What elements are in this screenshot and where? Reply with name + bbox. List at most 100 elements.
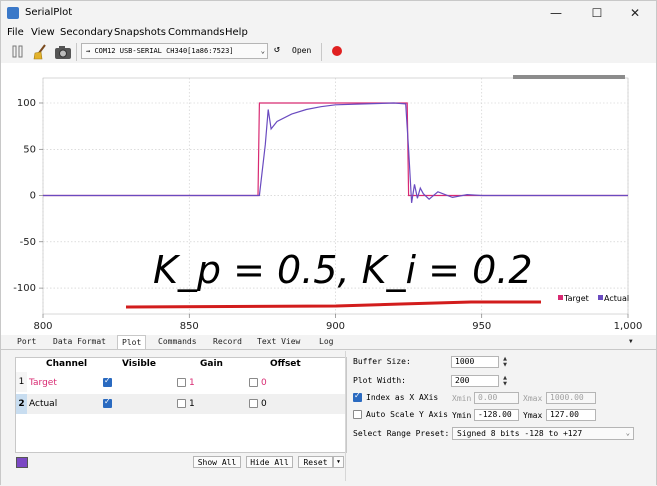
x-axis: 800 850 900 950 1,000 [33,314,642,332]
ymax-input[interactable]: 127.00 [546,409,596,421]
chevron-down-icon: ⌄ [260,47,265,55]
settings-tabs: Port Data Format Plot Commands Record Te… [1,335,656,349]
tab-text-view[interactable]: Text View [253,335,304,349]
row-number[interactable]: 2 [16,394,27,414]
tab-log[interactable]: Log [315,335,337,349]
buffer-size-label: Buffer Size: [353,357,411,366]
x-tick-label: 1,000 [614,321,643,332]
range-preset-select[interactable]: Signed 8 bits -128 to +127 ⌄ [452,427,634,440]
range-preset-value: Signed 8 bits -128 to +127 [457,429,583,438]
y-tick-label: -50 [20,237,36,248]
legend-target-swatch [558,295,563,300]
record-button[interactable] [329,43,347,61]
legend-actual-label: Actual [604,294,629,303]
gain-checkbox[interactable] [177,378,186,387]
y-tick-label: 0 [30,191,36,202]
pause-button[interactable] [9,43,27,61]
spin-arrows-icon[interactable]: ▲ ▼ [501,356,509,368]
col-header-visible: Visible [122,359,156,369]
app-window: SerialPlot — ☐ ✕ File View Secondary Sna… [0,0,657,486]
hide-all-button[interactable]: Hide All [246,456,293,468]
scroll-indicator[interactable] [513,75,625,79]
panel-divider [345,351,346,481]
menu-secondary[interactable]: Secondary [60,27,113,38]
port-select-value: COM12 USB-SERIAL CH340[1a86:7523] [94,47,234,55]
channel-name[interactable]: Actual [29,399,57,409]
tab-data-format[interactable]: Data Format [49,335,110,349]
offset-checkbox[interactable] [249,399,258,408]
col-header-gain: Gain [200,359,223,369]
spin-arrows-icon[interactable]: ▲ ▼ [501,375,509,387]
x-tick-label: 850 [180,321,199,332]
serialplot-app-icon [7,7,19,19]
menu-help[interactable]: Help [225,27,248,38]
pid-annotation: K_p = 0.5, K_i = 0.2 [153,248,533,292]
broom-icon [33,44,46,60]
offset-value[interactable]: 0 [261,378,267,388]
auto-scale-y-checkbox[interactable] [353,410,362,419]
xmax-input[interactable]: 1000.00 [546,392,596,404]
offset-value[interactable]: 0 [261,399,267,409]
legend-actual-swatch [598,295,603,300]
toolbar-separator [76,43,77,61]
maximize-button[interactable]: ☐ [577,3,617,23]
menu-bar: File View Secondary Snapshots Commands H… [1,25,656,41]
port-select[interactable]: ⇝ COM12 USB-SERIAL CH340[1a86:7523] ⌄ [81,43,268,59]
buffer-size-input[interactable]: 1000 [451,356,499,368]
close-button[interactable]: ✕ [615,3,655,23]
ymin-input[interactable]: -128.00 [474,409,519,421]
tab-plot[interactable]: Plot [117,335,147,349]
tab-commands[interactable]: Commands [154,335,201,349]
title-bar: SerialPlot — ☐ ✕ [1,1,656,25]
visible-checkbox[interactable] [103,376,112,387]
reset-button[interactable]: Reset [298,456,333,468]
visible-checkbox[interactable] [103,397,112,408]
menu-view[interactable]: View [31,27,55,38]
xmax-label: Xmax [523,394,543,403]
ymax-label: Ymax [523,411,543,420]
index-as-x-label: Index as X AXis [366,393,439,402]
menu-file[interactable]: File [7,27,24,38]
row-number[interactable]: 1 [16,372,27,392]
y-tick-label: 100 [17,98,36,109]
tab-port[interactable]: Port [13,335,40,349]
plot-canvas[interactable]: 100 50 0 -50 -100 800 850 900 950 1,000 K_p = 0.… [1,63,656,335]
window-title: SerialPlot [25,7,73,18]
pause-icon [12,45,23,58]
reset-menu-arrow[interactable]: ▼ [333,456,344,468]
y-tick-label: -100 [13,283,36,294]
menu-snapshots[interactable]: Snapshots [114,27,166,38]
tabs-more-arrow[interactable]: ▼ [625,335,637,349]
clear-button[interactable] [32,43,50,61]
refresh-ports-button[interactable]: ↺ [274,44,280,55]
y-axis: 100 50 0 -50 -100 [13,98,43,294]
plot-width-label: Plot Width: [353,376,406,385]
minimize-button[interactable]: — [536,3,576,23]
legend-target-label: Target [563,294,589,303]
gain-checkbox[interactable] [177,399,186,408]
gain-value[interactable]: 1 [189,378,195,388]
x-tick-label: 800 [33,321,52,332]
col-header-channel: Channel [46,359,88,369]
show-all-button[interactable]: Show All [193,456,241,468]
tab-record[interactable]: Record [209,335,246,349]
record-icon [332,46,342,56]
y-tick-label: 50 [23,144,36,155]
plot-area[interactable]: 100 50 0 -50 -100 800 850 900 950 1,000 K_p = 0.… [1,63,656,335]
offset-checkbox[interactable] [249,378,258,387]
open-port-button[interactable]: Open [292,46,311,55]
range-preset-label: Select Range Preset: [353,429,450,438]
xmin-input[interactable]: 0.00 [474,392,519,404]
chevron-down-icon: ⌄ [625,429,630,437]
plot-width-input[interactable]: 200 [451,375,499,387]
snapshot-button[interactable] [54,43,72,61]
camera-icon [55,46,71,59]
menu-commands[interactable]: Commands [168,27,225,38]
gain-value[interactable]: 1 [189,399,195,409]
channel-color-button[interactable] [16,457,28,468]
channel-name[interactable]: Target [29,378,57,388]
table-row-selected [27,394,346,414]
index-as-x-checkbox[interactable] [353,391,362,402]
ymin-label: Ymin [452,411,472,420]
col-header-offset: Offset [270,359,301,369]
